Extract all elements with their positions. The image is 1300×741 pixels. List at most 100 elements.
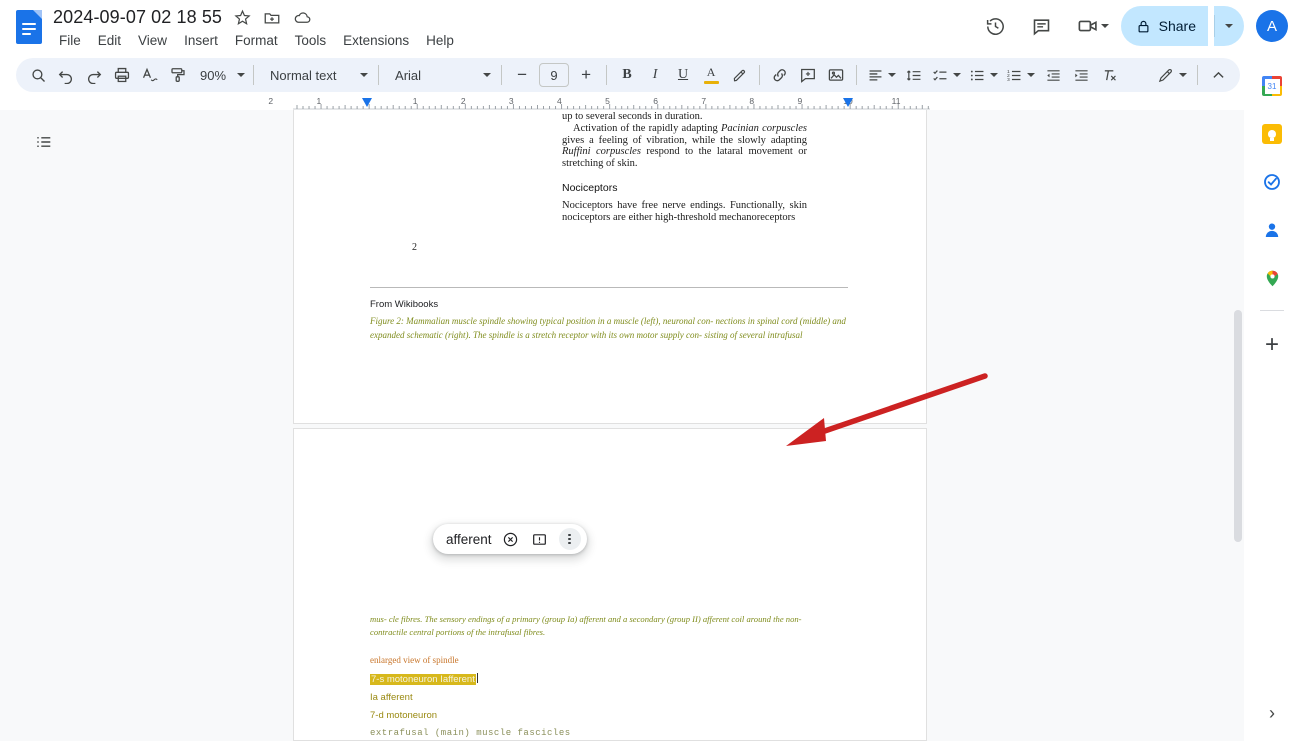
join-call-icon[interactable] xyxy=(1068,6,1115,46)
chevron-down-icon xyxy=(1179,73,1187,77)
menu-format[interactable]: Format xyxy=(228,31,285,50)
chevron-down-icon xyxy=(953,73,962,77)
toolbar-divider xyxy=(501,65,503,85)
paragraph-style-select[interactable]: Normal text xyxy=(260,61,372,89)
text-color-button[interactable]: A xyxy=(697,61,725,89)
document-status-cloud-icon[interactable] xyxy=(292,8,312,28)
bold-button[interactable]: B xyxy=(613,61,641,89)
suggested-word[interactable]: afferent xyxy=(446,532,492,547)
side-panel-rail: 31 + › xyxy=(1244,56,1300,741)
insert-image-button[interactable] xyxy=(822,61,850,89)
paragraph-style-value: Normal text xyxy=(270,67,337,83)
search-icon[interactable] xyxy=(24,61,52,89)
svg-text:11: 11 xyxy=(892,96,901,106)
report-feedback-icon[interactable] xyxy=(530,529,550,549)
increase-indent-button[interactable] xyxy=(1067,61,1095,89)
redo-icon[interactable] xyxy=(80,61,108,89)
collapse-toolbar-button[interactable] xyxy=(1204,61,1232,89)
para1-emphasis-2: Ruffini corpuscles xyxy=(562,146,641,158)
rail-divider xyxy=(1260,310,1284,311)
share-button[interactable]: Share xyxy=(1120,6,1208,46)
menu-insert[interactable]: Insert xyxy=(177,31,225,50)
font-family-value: Arial xyxy=(395,67,422,83)
document-page-1[interactable]: up to several seconds in duration. Activ… xyxy=(293,110,927,424)
para1-emphasis-1: Pacinian corpuscles xyxy=(720,122,807,134)
horizontal-ruler[interactable]: 211234567891011 xyxy=(0,96,1246,110)
section-heading-nociceptors: Nociceptors xyxy=(562,181,618,194)
google-calendar-icon[interactable]: 31 xyxy=(1254,68,1290,104)
scrollbar-thumb[interactable] xyxy=(1234,310,1242,542)
menu-edit[interactable]: Edit xyxy=(91,31,128,50)
figure-caption: Figure 2: Mammalian muscle spindle showi… xyxy=(370,316,846,340)
numbered-list-button[interactable]: 1 2 3 xyxy=(1002,61,1039,89)
add-on-button[interactable]: + xyxy=(1254,327,1290,363)
label-ia-afferent: Ia afferent xyxy=(370,692,413,703)
google-keep-icon[interactable] xyxy=(1254,116,1290,152)
open-comment-history-icon[interactable] xyxy=(1022,6,1062,46)
paint-format-icon[interactable] xyxy=(164,61,192,89)
menu-file[interactable]: File xyxy=(52,31,88,50)
font-size-increase[interactable]: + xyxy=(572,61,600,89)
align-button[interactable] xyxy=(863,61,900,89)
insert-link-button[interactable] xyxy=(766,61,794,89)
spelling-suggestion-popup[interactable]: afferent xyxy=(433,524,587,554)
label-highlighted-afferent[interactable]: 7-s motoneuron Iafferent xyxy=(370,673,479,685)
scanned-text-column: up to several seconds in duration. Activ… xyxy=(562,111,807,223)
chevron-down-icon[interactable] xyxy=(1100,24,1109,28)
bulleted-list-button[interactable] xyxy=(965,61,1002,89)
show-document-outline-icon[interactable] xyxy=(30,128,58,156)
decrease-indent-button[interactable] xyxy=(1039,61,1067,89)
menu-extensions[interactable]: Extensions xyxy=(336,31,416,50)
expand-side-panel-button[interactable]: › xyxy=(1258,699,1286,727)
toolbar-divider xyxy=(378,65,380,85)
horizontal-divider xyxy=(370,287,848,288)
checklist-button[interactable] xyxy=(928,61,965,89)
font-size-decrease[interactable]: − xyxy=(508,61,536,89)
font-size-input[interactable] xyxy=(539,63,570,87)
share-options-button[interactable] xyxy=(1214,6,1244,46)
svg-text:3: 3 xyxy=(1007,77,1010,83)
move-to-folder-icon[interactable] xyxy=(262,8,282,28)
vertical-scrollbar[interactable] xyxy=(1232,110,1244,741)
source-label: From Wikibooks xyxy=(370,299,439,310)
editing-mode-button[interactable] xyxy=(1153,61,1191,89)
undo-icon[interactable] xyxy=(52,61,80,89)
menu-view[interactable]: View xyxy=(131,31,174,50)
menu-help[interactable]: Help xyxy=(419,31,461,50)
line-spacing-button[interactable] xyxy=(900,61,928,89)
left-indent-marker[interactable] xyxy=(362,98,372,107)
add-comment-button[interactable] xyxy=(794,61,822,89)
font-select[interactable]: Arial xyxy=(385,61,495,89)
google-maps-icon[interactable] xyxy=(1254,260,1290,296)
clear-formatting-button[interactable] xyxy=(1095,61,1123,89)
chevron-down-icon xyxy=(1225,24,1233,28)
share-label: Share xyxy=(1158,18,1196,34)
italic-button[interactable]: I xyxy=(641,61,669,89)
svg-text:2: 2 xyxy=(268,96,273,106)
para1-pre: Activation of the rapidly adapting xyxy=(573,122,721,134)
document-title[interactable]: 2024-09-07 02 18 55 xyxy=(53,7,222,28)
scan-paragraph-1: Activation of the rapidly adapting Pacin… xyxy=(562,123,807,170)
more-options-icon[interactable] xyxy=(558,528,581,550)
spelling-check-icon[interactable] xyxy=(136,61,164,89)
highlight-color-button[interactable] xyxy=(725,61,753,89)
print-icon[interactable] xyxy=(108,61,136,89)
avatar[interactable]: A xyxy=(1256,10,1288,42)
text-cursor xyxy=(476,673,479,683)
title-area: 2024-09-07 02 18 55 xyxy=(53,7,312,28)
google-tasks-icon[interactable] xyxy=(1254,164,1290,200)
underline-button[interactable]: U xyxy=(669,61,697,89)
top-bar: 2024-09-07 02 18 55 File Edit View Inser… xyxy=(0,0,1300,56)
document-page-2[interactable]: mus- cle fibres. The sensory endings of … xyxy=(293,428,927,741)
version-history-icon[interactable] xyxy=(976,6,1016,46)
calendar-day-label: 31 xyxy=(1264,78,1280,94)
chevron-down-icon xyxy=(1027,73,1036,77)
google-contacts-icon[interactable] xyxy=(1254,212,1290,248)
top-right-actions: Share A xyxy=(976,6,1288,46)
google-docs-logo[interactable] xyxy=(16,10,42,44)
chevron-down-icon xyxy=(990,73,999,77)
zoom-select[interactable]: 90% xyxy=(192,61,247,89)
menu-tools[interactable]: Tools xyxy=(288,31,334,50)
star-icon[interactable] xyxy=(232,8,252,28)
dismiss-circle-icon[interactable] xyxy=(501,529,521,549)
